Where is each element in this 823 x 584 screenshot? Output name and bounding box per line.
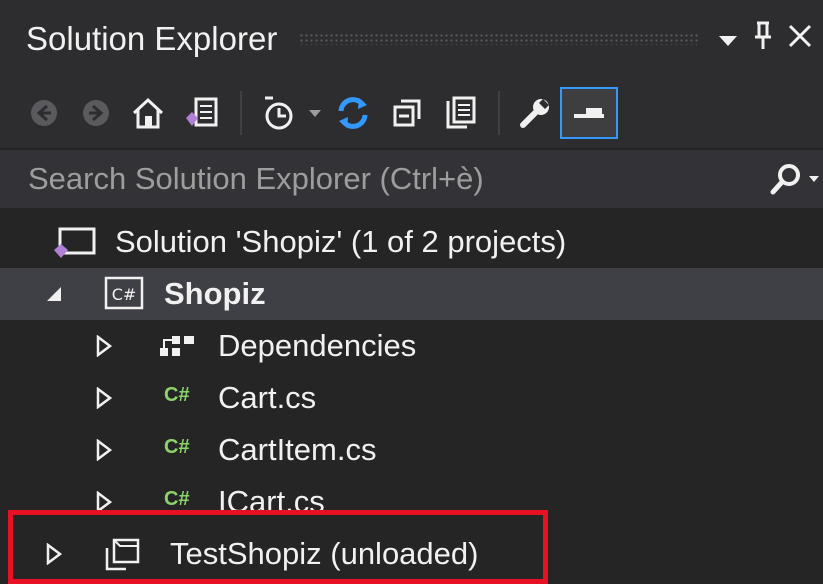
show-all-files-icon (445, 96, 477, 130)
tree-item-label: Shopiz (164, 276, 266, 311)
window-position-dropdown-icon[interactable] (717, 24, 739, 54)
sync-button[interactable] (326, 87, 380, 139)
tree-item-solution[interactable]: Solution 'Shopiz' (1 of 2 projects) (0, 216, 823, 268)
tree-item-label: Cart.cs (218, 380, 317, 415)
toolbar (0, 78, 823, 148)
forward-icon (81, 98, 111, 128)
search-input[interactable] (0, 149, 769, 209)
chevron-down-icon (308, 108, 322, 118)
switch-views-icon (184, 96, 220, 130)
csharp-file-icon: C# (164, 384, 190, 406)
close-icon[interactable] (787, 23, 813, 55)
tree-item-label: CartItem.cs (218, 432, 377, 467)
switch-views-button[interactable] (174, 87, 230, 139)
collapse-all-icon (392, 98, 422, 128)
tree-item-label: Dependencies (218, 328, 417, 363)
pending-changes-filter-icon (261, 95, 295, 131)
tree-item-project[interactable]: C# Shopiz (0, 268, 823, 320)
csharp-file-icon: C# (164, 436, 190, 458)
home-icon (131, 96, 165, 130)
preview-selected-items-icon (572, 103, 606, 123)
collapse-arrow-icon[interactable] (42, 282, 66, 306)
svg-text:C#: C# (112, 285, 137, 304)
solution-explorer-panel: Solution Explorer Search Solution Explor… (0, 0, 823, 584)
expand-arrow-icon[interactable] (92, 490, 116, 514)
dependencies-icon (158, 332, 198, 360)
expand-arrow-icon[interactable] (92, 438, 116, 462)
search-options-chevron-icon[interactable] (809, 175, 819, 183)
expand-arrow-icon[interactable] (92, 334, 116, 358)
title-grip[interactable] (299, 33, 699, 45)
tree-item-file[interactable]: C# CartItem.cs (0, 424, 823, 476)
back-button[interactable] (18, 87, 70, 139)
panel-title: Solution Explorer (26, 20, 278, 57)
forward-button[interactable] (70, 87, 122, 139)
collapse-all-button[interactable] (380, 87, 434, 139)
pending-changes-filter-button[interactable] (252, 87, 304, 139)
expand-arrow-icon[interactable] (92, 386, 116, 410)
tree-item-dependencies[interactable]: Dependencies (0, 320, 823, 372)
tree-item-label: Solution 'Shopiz' (1 of 2 projects) (115, 224, 567, 259)
csharp-file-icon: C# (164, 488, 190, 510)
home-button[interactable] (122, 87, 174, 139)
properties-button[interactable] (510, 87, 560, 139)
title-bar: Solution Explorer (0, 0, 823, 78)
pending-changes-dropdown[interactable] (304, 87, 326, 139)
tree-item-unloaded-project[interactable]: TestShopiz (unloaded) (0, 528, 823, 580)
tree-item-label: ICart.cs (218, 484, 325, 519)
search-bar (0, 149, 823, 209)
csharp-project-icon: C# (104, 276, 144, 310)
wrench-icon (519, 97, 551, 129)
tree-item-file[interactable]: C# Cart.cs (0, 372, 823, 424)
tree-item-label: TestShopiz (unloaded) (170, 536, 479, 571)
toolbar-separator (240, 91, 242, 135)
show-all-files-button[interactable] (434, 87, 488, 139)
sync-icon (335, 95, 371, 131)
pin-icon[interactable] (753, 21, 773, 57)
preview-selected-items-button[interactable] (560, 87, 618, 139)
search-icon[interactable] (769, 162, 803, 196)
expand-arrow-icon[interactable] (42, 542, 66, 566)
unloaded-project-icon (104, 536, 142, 572)
toolbar-separator (498, 91, 500, 135)
tree-item-file[interactable]: C# ICart.cs (0, 476, 823, 528)
back-icon (29, 98, 59, 128)
solution-icon (52, 226, 98, 260)
